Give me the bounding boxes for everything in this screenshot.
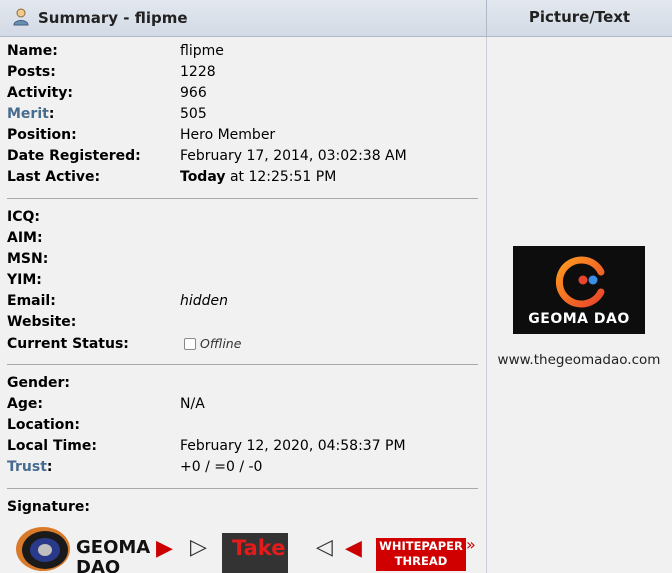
outline-arrow-left-icon: ◁: [316, 535, 333, 560]
name-label: Name:: [7, 43, 58, 59]
personal-info-section: Gender: Age: N/A Location: Local Time: Feb…: [7, 373, 477, 478]
activity-value: 966: [180, 85, 207, 101]
trust-row: Trust: +0 / =0 / -0: [7, 457, 477, 478]
icq-label: ICQ:: [7, 209, 40, 225]
location-label: Location:: [7, 417, 80, 433]
local-time-label: Local Time:: [7, 438, 97, 454]
signature-label: Signature:: [7, 499, 90, 515]
user-icon: [13, 8, 29, 26]
geoma-dao-picture: GEOMA DAO: [513, 246, 645, 334]
gender-row: Gender:: [7, 373, 477, 394]
signature-label-section: Signature:: [7, 497, 477, 518]
merit-value: 505: [180, 106, 207, 122]
yim-label: YIM:: [7, 272, 42, 288]
offline-text: Offline: [200, 336, 242, 351]
contact-info-section: ICQ: AIM: MSN: YIM: Email: hidden Website…: [7, 207, 477, 354]
msn-row: MSN:: [7, 249, 477, 270]
whitepaper-line2: THREAD: [394, 554, 448, 568]
posts-row: Posts: 1228: [7, 62, 477, 83]
signature-banner[interactable]: GEOMA DAO ▶ ▷ Take ◁ ◀ WHITEPAPER THREAD…: [0, 518, 486, 573]
geoma-dao-logo-text: GEOMA DAO: [528, 311, 630, 327]
whitepaper-line1: WHITEPAPER: [379, 539, 463, 553]
current-status-value: Offline: [180, 333, 241, 355]
yim-row: YIM:: [7, 270, 477, 291]
merit-link[interactable]: Merit: [7, 106, 49, 122]
website-text: www.thegeomadao.com: [497, 352, 661, 368]
divider-3: [7, 488, 478, 489]
summary-header: Summary - flipme: [0, 0, 486, 37]
last-active-label: Last Active:: [7, 169, 101, 185]
age-label: Age:: [7, 396, 43, 412]
divider-2: [7, 364, 478, 365]
outline-arrow-right-icon: ▷: [190, 535, 207, 560]
position-label: Position:: [7, 127, 77, 143]
trust-link[interactable]: Trust: [7, 459, 47, 475]
website-row: Website:: [7, 312, 477, 333]
date-registered-label: Date Registered:: [7, 148, 141, 164]
merit-label: Merit:: [7, 104, 180, 125]
local-time-value: February 12, 2020, 04:58:37 PM: [180, 438, 406, 454]
name-value: flipme: [180, 43, 224, 59]
last-active-value: Today at 12:25:51 PM: [180, 167, 336, 188]
posts-label: Posts:: [7, 64, 56, 80]
email-label: Email:: [7, 293, 56, 309]
merit-row: Merit: 505: [7, 104, 477, 125]
trust-value: +0 / =0 / -0: [180, 459, 263, 475]
picture-text-header: Picture/Text: [486, 0, 672, 37]
merit-colon: :: [48, 106, 55, 122]
email-value: hidden: [180, 293, 229, 309]
whitepaper-thread-badge[interactable]: WHITEPAPER THREAD: [376, 538, 466, 571]
current-status-row: Current Status: Offline: [7, 333, 477, 354]
trust-label: Trust:: [7, 457, 180, 478]
name-row: Name: flipme: [7, 41, 477, 62]
icq-row: ICQ:: [7, 207, 477, 228]
take-text: Take: [232, 536, 286, 560]
trust-colon: :: [46, 459, 53, 475]
email-row: Email: hidden: [7, 291, 477, 312]
activity-label: Activity:: [7, 85, 73, 101]
date-registered-value: February 17, 2014, 03:02:38 AM: [180, 148, 407, 164]
picture-text-title: Picture/Text: [528, 8, 631, 26]
geoma-globe-logo: [16, 527, 70, 571]
summary-title: Summary - flipme: [38, 9, 188, 27]
column-divider: [486, 37, 487, 573]
red-arrow-right-icon: ▶: [156, 536, 173, 561]
local-time-row: Local Time: February 12, 2020, 04:58:37 P…: [7, 436, 477, 457]
chevron-right-icon: »: [466, 535, 476, 554]
offline-status-icon: [184, 338, 196, 350]
profile-page: Summary - flipme Picture/Text Name: flipm…: [0, 0, 672, 573]
location-row: Location:: [7, 415, 477, 436]
position-value: Hero Member: [180, 127, 276, 143]
website-label: Website:: [7, 314, 77, 330]
gender-label: Gender:: [7, 375, 70, 391]
last-active-today: Today: [180, 169, 226, 185]
msn-label: MSN:: [7, 251, 49, 267]
red-arrow-left-icon: ◀: [345, 536, 362, 561]
posts-value: 1228: [180, 64, 216, 80]
sig-geoma-line2: DAO: [76, 557, 121, 573]
last-active-row: Last Active: Today at 12:25:51 PM: [7, 167, 477, 188]
position-row: Position: Hero Member: [7, 125, 477, 146]
basic-info-section: Name: flipme Posts: 1228 Activity: 966 Meri…: [7, 41, 477, 188]
current-status-label: Current Status:: [7, 336, 129, 352]
signature-row: Signature:: [7, 497, 477, 518]
age-row: Age: N/A: [7, 394, 477, 415]
aim-label: AIM:: [7, 230, 43, 246]
sig-geoma-text: GEOMA DAO: [76, 538, 150, 573]
activity-row: Activity: 966: [7, 83, 477, 104]
aim-row: AIM:: [7, 228, 477, 249]
sig-geoma-line1: GEOMA: [76, 537, 151, 558]
divider-1: [7, 198, 478, 199]
last-active-time: at 12:25:51 PM: [229, 169, 337, 185]
date-registered-row: Date Registered: February 17, 2014, 03:02…: [7, 146, 477, 167]
age-value: N/A: [180, 396, 205, 412]
